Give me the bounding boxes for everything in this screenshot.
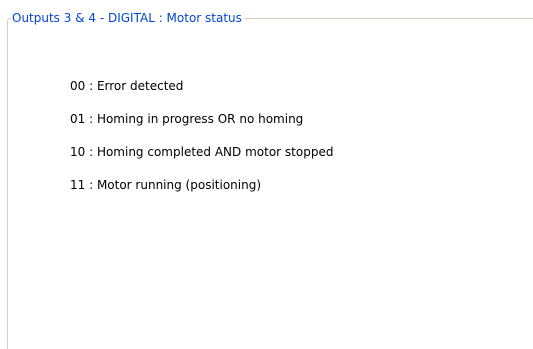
status-item-10: 10 : Homing completed AND motor stopped (70, 145, 334, 159)
status-item-01: 01 : Homing in progress OR no homing (70, 112, 304, 126)
groupbox-title: Outputs 3 & 4 - DIGITAL : Motor status (11, 9, 244, 27)
motor-status-list: 00 : Error detected 01 : Homing in progr… (70, 76, 333, 208)
status-item-11: 11 : Motor running (positioning) (70, 178, 262, 192)
status-item-00: 00 : Error detected (70, 79, 184, 93)
